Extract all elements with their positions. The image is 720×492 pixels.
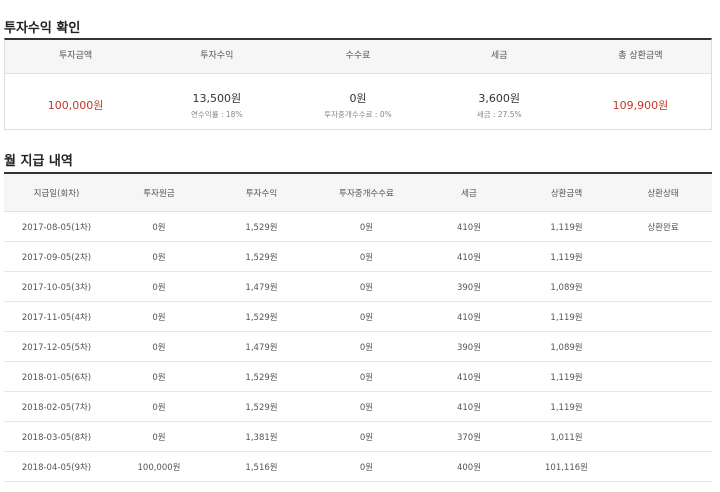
fee-rate: 투자중개수수료 : 0% (324, 110, 392, 119)
table-row: 2018-01-05(6차) 0원 1,529원 0원 410원 1,119원 (4, 361, 712, 392)
status-cell (614, 271, 712, 302)
investment-summary-table: 투자금액 투자수익 수수료 세금 총 상환금액 100,000원 13,500원… (4, 38, 712, 130)
pay-date-cell: 2018-03-05(8차) (4, 421, 109, 452)
principal-cell: 0원 (109, 301, 209, 332)
tax-cell: 370원 (419, 421, 519, 452)
principal-cell: 0원 (109, 331, 209, 362)
status-cell (614, 301, 712, 332)
profit-cell: 1,516원 (209, 451, 314, 482)
table-row: 2017-12-05(5차) 0원 1,479원 0원 390원 1,089원 (4, 331, 712, 362)
pay-date-cell: 2018-01-05(6차) (4, 361, 109, 392)
principal-cell: 0원 (109, 391, 209, 422)
col-profit: 투자수익 (209, 173, 314, 212)
summary-title: 투자수익 확인 (4, 21, 81, 36)
profit-cell: 1,529원 (209, 241, 314, 272)
table-header-row: 지급일(회차) 투자원금 투자수익 투자중개수수료 세금 상환금액 상환상태 (4, 173, 712, 212)
principal-cell: 0원 (109, 241, 209, 272)
status-cell (614, 241, 712, 272)
pay-date-cell: 2017-08-05(1차) (4, 211, 109, 242)
fee-cell: 0원 (314, 361, 419, 392)
profit-cell: 1,529원 (209, 391, 314, 422)
status-cell (614, 451, 712, 482)
repayment-cell: 1,119원 (519, 301, 614, 332)
status-cell (614, 391, 712, 422)
tax-cell: 410원 (419, 361, 519, 392)
fee-cell: 0원 (314, 421, 419, 452)
repayment-cell: 1,119원 (519, 211, 614, 242)
tax-cell: 410원 (419, 301, 519, 332)
monthly-title: 월 지급 내역 (4, 154, 73, 169)
fee-cell: 0원 (314, 391, 419, 422)
header-tax: 세금 (490, 51, 508, 61)
tax-cell: 400원 (419, 451, 519, 482)
tax-cell: 410원 (419, 211, 519, 242)
tax-amount: 3,600원 (478, 92, 521, 105)
fee-cell: 0원 (314, 241, 419, 272)
monthly-payment-table: 지급일(회차) 투자원금 투자수익 투자중개수수료 세금 상환금액 상환상태 2… (4, 172, 712, 482)
status-cell (614, 361, 712, 392)
pay-date-cell: 2017-10-05(3차) (4, 271, 109, 302)
pay-date-cell: 2017-12-05(5차) (4, 331, 109, 362)
tax-rate: 세금 : 27.5% (476, 110, 522, 119)
col-tax: 세금 (419, 173, 519, 212)
col-principal: 투자원금 (109, 173, 209, 212)
table-row: 2018-03-05(8차) 0원 1,381원 0원 370원 1,011원 (4, 421, 712, 452)
principal-cell: 0원 (109, 211, 209, 242)
fee-cell: 0원 (314, 211, 419, 242)
fee-cell: 0원 (314, 451, 419, 482)
profit-amount: 13,500원 (192, 92, 242, 105)
table-row: 2017-08-05(1차) 0원 1,529원 0원 410원 1,119원 상환완료 (4, 211, 712, 242)
principal-cell: 0원 (109, 271, 209, 302)
header-investment: 투자금액 (59, 51, 93, 61)
repayment-cell: 101,116원 (519, 451, 614, 482)
repayment-cell: 1,119원 (519, 361, 614, 392)
repayment-cell: 1,089원 (519, 271, 614, 302)
pay-date-cell: 2017-09-05(2차) (4, 241, 109, 272)
table-row: 2017-11-05(4차) 0원 1,529원 0원 410원 1,119원 (4, 301, 712, 332)
profit-cell: 1,529원 (209, 301, 314, 332)
table-row: 2017-09-05(2차) 0원 1,529원 0원 410원 1,119원 (4, 241, 712, 272)
total-repayment: 109,900원 (612, 99, 669, 112)
col-fee: 투자중개수수료 (314, 173, 419, 212)
status-cell: 상환완료 (614, 211, 712, 242)
investment-amount: 100,000원 (47, 99, 104, 112)
profit-cell: 1,529원 (209, 211, 314, 242)
col-repayment: 상환금액 (519, 173, 614, 212)
repayment-cell: 1,011원 (519, 421, 614, 452)
tax-cell: 390원 (419, 271, 519, 302)
fee-cell: 0원 (314, 301, 419, 332)
fee-cell: 0원 (314, 331, 419, 362)
repayment-cell: 1,119원 (519, 391, 614, 422)
tax-cell: 390원 (419, 331, 519, 362)
profit-cell: 1,479원 (209, 271, 314, 302)
tax-cell: 410원 (419, 241, 519, 272)
status-cell (614, 421, 712, 452)
col-status: 상환상태 (614, 173, 712, 212)
pay-date-cell: 2018-02-05(7차) (4, 391, 109, 422)
col-pay-date: 지급일(회차) (4, 173, 109, 212)
table-row: 2018-02-05(7차) 0원 1,529원 0원 410원 1,119원 (4, 391, 712, 422)
pay-date-cell: 2017-11-05(4차) (4, 301, 109, 332)
header-fee: 수수료 (345, 51, 371, 61)
fee-cell: 0원 (314, 271, 419, 302)
repayment-cell: 1,119원 (519, 241, 614, 272)
profit-cell: 1,529원 (209, 361, 314, 392)
header-profit: 투자수익 (200, 51, 234, 61)
principal-cell: 100,000원 (109, 451, 209, 482)
header-total: 총 상환금액 (618, 51, 663, 61)
status-cell (614, 331, 712, 362)
pay-date-cell: 2018-04-05(9차) (4, 451, 109, 482)
principal-cell: 0원 (109, 361, 209, 392)
fee-amount: 0원 (349, 92, 367, 105)
profit-cell: 1,479원 (209, 331, 314, 362)
annual-return-rate: 연수익률 : 18% (191, 110, 243, 119)
principal-cell: 0원 (109, 421, 209, 452)
table-row: 2018-04-05(9차) 100,000원 1,516원 0원 400원 101,11… (4, 451, 712, 482)
profit-cell: 1,381원 (209, 421, 314, 452)
tax-cell: 410원 (419, 391, 519, 422)
table-row: 2017-10-05(3차) 0원 1,479원 0원 390원 1,089원 (4, 271, 712, 302)
repayment-cell: 1,089원 (519, 331, 614, 362)
